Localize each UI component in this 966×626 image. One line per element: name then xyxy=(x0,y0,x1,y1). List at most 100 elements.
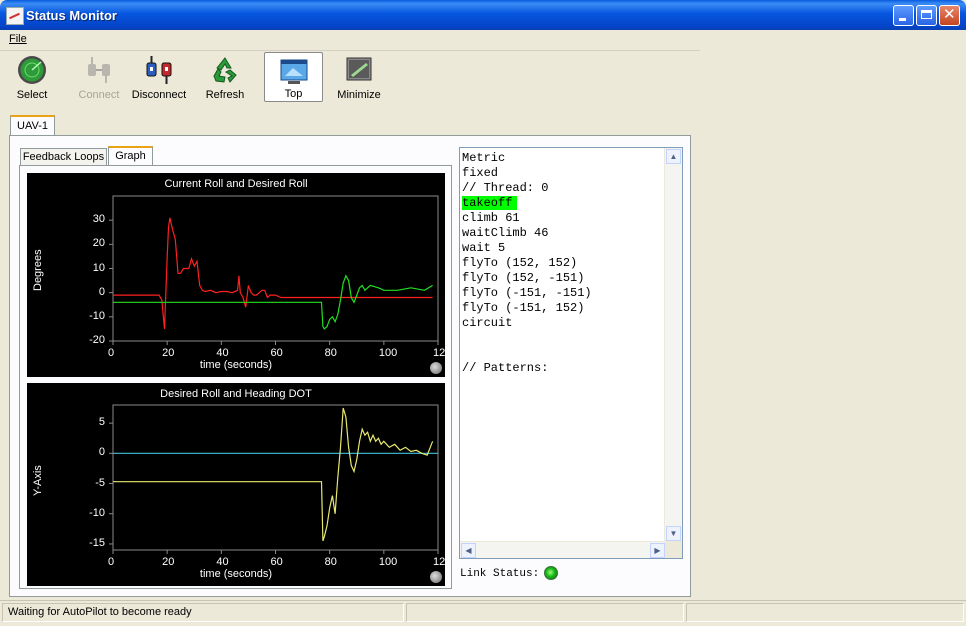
connect-label: Connect xyxy=(78,89,120,101)
series-line-1 xyxy=(113,407,434,542)
status-message: Waiting for AutoPilot to become ready xyxy=(2,603,404,622)
refresh-button[interactable]: Refresh xyxy=(198,52,252,102)
scroll-right-icon[interactable]: ▶ xyxy=(650,543,665,558)
y-tick-label: 0 xyxy=(98,446,105,459)
plot-frame xyxy=(112,404,439,551)
window-minimize-icon xyxy=(346,57,372,81)
x-tick-label: 80 xyxy=(324,556,337,568)
x-tick-label: 60 xyxy=(270,347,283,359)
y-tick-label: 5 xyxy=(98,416,105,429)
chart-options-knob[interactable] xyxy=(430,571,442,583)
x-tick-label: 40 xyxy=(216,556,229,568)
scroll-down-icon[interactable]: ▼ xyxy=(666,526,681,541)
chart-title: Current Roll and Desired Roll xyxy=(164,178,308,190)
tab-graph[interactable]: Graph xyxy=(108,146,153,166)
y-tick-label: 30 xyxy=(92,213,105,226)
current-command-highlight: takeoff xyxy=(462,196,518,210)
title-bar: Status Monitor ✕ xyxy=(0,0,966,30)
top-button[interactable]: Top xyxy=(264,52,323,102)
window-title: Status Monitor xyxy=(26,8,117,23)
x-tick-label: 20 xyxy=(162,347,175,359)
select-button[interactable]: Select xyxy=(8,52,56,102)
status-bar: Waiting for AutoPilot to become ready xyxy=(0,600,966,626)
disconnect-button[interactable]: Disconnect xyxy=(128,52,190,102)
x-tick-label: 100 xyxy=(378,347,398,359)
y-tick-label: 10 xyxy=(92,261,105,274)
menu-bar: File xyxy=(0,30,700,51)
app-icon xyxy=(6,7,24,25)
x-axis-label: time (seconds) xyxy=(199,568,273,580)
x-tick-label: 80 xyxy=(324,347,337,359)
heading-chart: Desired Roll and Heading DOT time (secon… xyxy=(27,383,445,586)
script-line[interactable]: // Thread: 0 xyxy=(462,181,592,196)
x-axis-label: time (seconds) xyxy=(199,359,273,371)
disconnect-label: Disconnect xyxy=(131,89,187,101)
x-tick-label: 20 xyxy=(162,556,175,568)
plug-connect-icon xyxy=(88,57,110,83)
roll-chart: Current Roll and Desired Roll time (seco… xyxy=(27,173,445,377)
scroll-up-icon[interactable]: ▲ xyxy=(666,149,681,164)
series-line-0 xyxy=(113,217,433,329)
select-label: Select xyxy=(16,89,48,101)
x-tick-label: 100 xyxy=(378,556,398,568)
y-tick-label: 0 xyxy=(98,285,105,298)
script-line[interactable]: // Patterns: xyxy=(462,361,592,376)
top-label: Top xyxy=(284,88,303,100)
y-axis-label: Degrees xyxy=(32,249,44,291)
script-line[interactable]: flyTo (-151, 152) xyxy=(462,301,592,316)
radar-icon xyxy=(18,56,46,84)
scroll-left-icon[interactable]: ◀ xyxy=(461,543,476,558)
chart-title: Desired Roll and Heading DOT xyxy=(160,388,312,400)
chart-options-knob[interactable] xyxy=(430,362,442,374)
recycle-icon xyxy=(213,57,237,83)
plug-disconnect-icon xyxy=(146,56,172,84)
tab-uav-1[interactable]: UAV-1 xyxy=(10,115,55,136)
window-top-icon xyxy=(280,59,307,84)
scroll-corner xyxy=(665,541,682,558)
script-line[interactable]: circuit xyxy=(462,316,592,331)
status-panel-3 xyxy=(686,603,964,622)
tab-feedback-loops[interactable]: Feedback Loops xyxy=(20,148,107,166)
maximize-window-button[interactable] xyxy=(916,5,937,26)
link-status-label: Link Status: xyxy=(460,568,540,580)
script-line[interactable]: fixed xyxy=(462,166,592,181)
menu-file[interactable]: File xyxy=(9,33,27,45)
script-line[interactable] xyxy=(462,331,592,346)
script-line[interactable] xyxy=(462,346,592,361)
y-tick-label: -15 xyxy=(89,536,105,549)
refresh-label: Refresh xyxy=(205,89,245,101)
y-axis-label: Y-Axis xyxy=(32,465,44,496)
x-tick-label: 0 xyxy=(108,347,115,359)
x-tick-label: 12 xyxy=(433,556,446,568)
connect-button[interactable]: Connect xyxy=(74,52,124,102)
minimize-button[interactable]: Minimize xyxy=(332,52,386,102)
script-line[interactable]: flyTo (152, 152) xyxy=(462,256,592,271)
minimize-window-button[interactable] xyxy=(893,5,914,26)
x-tick-label: 0 xyxy=(108,556,115,568)
script-lines: Metric fixed// Thread: 0 takeoff climb 61 wa… xyxy=(462,151,592,376)
y-tick-label: -10 xyxy=(89,506,105,519)
script-line[interactable]: takeoff xyxy=(462,196,592,211)
script-line[interactable]: climb 61 xyxy=(462,211,592,226)
close-window-button[interactable]: ✕ xyxy=(939,5,960,26)
plot-frame xyxy=(112,195,439,342)
mission-script-list[interactable]: Metric fixed// Thread: 0 takeoff climb 61 wa… xyxy=(459,147,683,559)
x-tick-label: 12 xyxy=(433,347,446,359)
series-line-1 xyxy=(113,274,433,330)
minimize-label: Minimize xyxy=(337,89,381,101)
vertical-scrollbar[interactable]: ▲ ▼ xyxy=(664,148,682,542)
y-tick-label: 20 xyxy=(92,237,105,250)
horizontal-scrollbar[interactable]: ◀ ▶ xyxy=(460,541,666,558)
y-tick-label: -10 xyxy=(89,309,105,322)
script-line[interactable]: flyTo (152, -151) xyxy=(462,271,592,286)
x-tick-label: 40 xyxy=(216,347,229,359)
script-line[interactable]: Metric xyxy=(462,151,592,166)
y-tick-label: -5 xyxy=(95,476,105,489)
y-tick-label: -20 xyxy=(89,334,105,346)
script-line[interactable]: waitClimb 46 xyxy=(462,226,592,241)
script-line[interactable]: wait 5 xyxy=(462,241,592,256)
x-tick-label: 60 xyxy=(270,556,283,568)
status-panel-2 xyxy=(406,603,684,622)
script-line[interactable]: flyTo (-151, -151) xyxy=(462,286,592,301)
link-status-indicator-icon xyxy=(544,566,558,580)
